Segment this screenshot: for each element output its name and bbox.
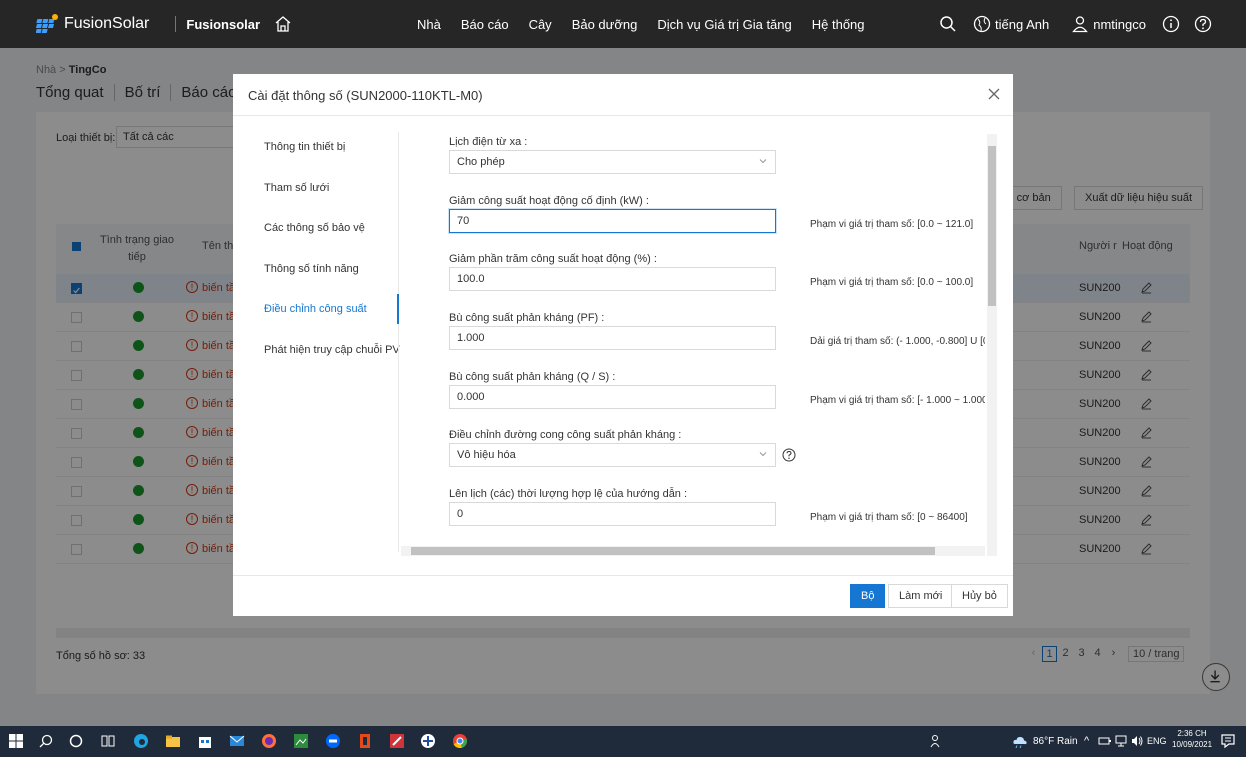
language-selector[interactable]: tiếng Anh <box>995 17 1049 32</box>
windows-start-icon[interactable] <box>8 733 24 749</box>
side-tab-pv-string-detection[interactable]: Phát hiện truy cập chuỗi PV <box>264 344 400 356</box>
reactive-curve-label: Điều chỉnh đường cong công suất phản khá… <box>449 429 682 441</box>
side-tab-protection-params[interactable]: Các thông số bảo vệ <box>264 222 365 234</box>
active-power-percent-label: Giảm phần trăm công suất hoạt động (%) : <box>449 253 657 265</box>
clock-date: 10/09/2021 <box>1172 740 1213 749</box>
battery-icon[interactable] <box>1098 734 1112 748</box>
schedule-duration-input[interactable]: 0 <box>449 502 776 526</box>
side-nav-divider <box>398 132 399 552</box>
side-tab-active-indicator <box>397 294 399 324</box>
clock-time: 2:36 CH <box>1177 729 1207 738</box>
weather-cloud-icon <box>1013 736 1027 749</box>
side-tab-feature-params[interactable]: Thông số tính năng <box>264 263 359 275</box>
dialog-header-divider <box>233 115 1013 116</box>
home-icon[interactable] <box>274 15 292 33</box>
firefox-icon[interactable] <box>261 733 277 749</box>
logo[interactable]: FusionSolar <box>36 13 149 35</box>
cortana-icon[interactable] <box>68 733 84 749</box>
show-hidden-icons-icon[interactable]: ^ <box>1084 735 1089 747</box>
side-tab-grid-params[interactable]: Tham số lưới <box>264 182 329 194</box>
logo-text: FusionSolar <box>64 15 150 32</box>
zalo-icon[interactable] <box>325 733 341 749</box>
menu-item-maintenance[interactable]: Bảo dưỡng <box>572 17 638 32</box>
side-tab-power-adjustment[interactable]: Điều chỉnh công suất <box>264 303 367 315</box>
form-horizontal-scrollbar[interactable] <box>401 546 985 556</box>
org-name: Fusionsolar <box>186 16 261 32</box>
submit-button[interactable]: Bộ <box>850 584 886 608</box>
form-vertical-scroll-thumb[interactable] <box>988 146 996 306</box>
clock[interactable]: 2:36 CH 10/09/2021 <box>1172 729 1212 749</box>
windows-taskbar: 86°F Rain ^ ENG 2:36 CH 10/09/2021 <box>0 726 1246 757</box>
globe-icon[interactable] <box>973 15 991 33</box>
dialog-title: Cài đặt thông số (SUN2000-110KTL-M0) <box>248 88 483 103</box>
reactive-curve-select[interactable]: Vô hiệu hóa <box>449 443 776 467</box>
menu-item-value-added-services[interactable]: Dịch vụ Giá trị Gia tăng <box>657 17 791 32</box>
user-icon[interactable] <box>1071 15 1089 33</box>
search-icon[interactable] <box>939 15 957 33</box>
reactive-curve-value: Vô hiệu hóa <box>457 449 516 461</box>
remote-schedule-label: Lịch điện từ xa : <box>449 136 528 148</box>
info-icon[interactable] <box>1162 15 1180 33</box>
photos-icon[interactable] <box>293 733 309 749</box>
chrome-icon[interactable] <box>452 733 468 749</box>
cancel-button[interactable]: Hủy bỏ <box>951 584 1008 608</box>
main-menu: Nhà Báo cáo Cây Bảo dưỡng Dịch vụ Giá tr… <box>417 0 885 48</box>
menu-item-reports[interactable]: Báo cáo <box>461 17 509 32</box>
volume-icon[interactable] <box>1130 734 1144 748</box>
office-icon[interactable] <box>357 733 373 749</box>
menu-item-home[interactable]: Nhà <box>417 17 441 32</box>
reactive-qs-label: Bù công suất phản kháng (Q / S) : <box>449 371 616 383</box>
power-adjustment-form: Lịch điện từ xa : Cho phép Giảm công suấ… <box>403 132 985 546</box>
weather-text[interactable]: 86°F Rain <box>1033 736 1078 747</box>
schedule-duration-range: Phạm vi giá trị tham số: [0 ~ 86400] <box>810 512 968 523</box>
file-explorer-icon[interactable] <box>165 733 181 749</box>
fixed-active-power-label: Giảm công suất hoạt động cố định (kW) : <box>449 195 649 207</box>
chevron-down-icon <box>759 452 767 457</box>
user-name[interactable]: nmtingco <box>1093 17 1146 32</box>
close-icon[interactable] <box>987 86 1001 102</box>
people-icon[interactable] <box>928 733 944 749</box>
remote-schedule-select[interactable]: Cho phép <box>449 150 776 174</box>
active-power-percent-input[interactable]: 100.0 <box>449 267 776 291</box>
chevron-down-icon <box>759 159 767 164</box>
nav-right-tools: tiếng Anh nmtingco <box>939 0 1246 48</box>
parameter-settings-dialog: Cài đặt thông số (SUN2000-110KTL-M0) Thô… <box>233 74 1013 616</box>
top-nav: FusionSolar Fusionsolar Nhà Báo cáo Cây … <box>0 0 1246 48</box>
refresh-button[interactable]: Làm mới <box>888 584 954 608</box>
fusionsolar-logo-icon <box>36 14 58 33</box>
question-circle-icon[interactable] <box>782 448 796 462</box>
edge-browser-icon[interactable] <box>133 733 149 749</box>
reactive-pf-input[interactable]: 1.000 <box>449 326 776 350</box>
fixed-active-power-input[interactable]: 70 <box>449 209 776 233</box>
reactive-qs-range: Phạm vi giá trị tham số: [- 1.000 ~ 1.00… <box>810 395 985 406</box>
reactive-pf-range: Dải giá trị tham số: (- 1.000, -0.800] U… <box>810 336 985 347</box>
app-plus-icon[interactable] <box>420 733 436 749</box>
active-power-percent-range: Phạm vi giá trị tham số: [0.0 ~ 100.0] <box>810 277 974 288</box>
dialog-footer-divider <box>233 575 1013 576</box>
form-horizontal-scroll-thumb[interactable] <box>411 547 935 555</box>
network-icon[interactable] <box>1114 734 1128 748</box>
mail-icon[interactable] <box>229 733 245 749</box>
fixed-active-power-range: Phạm vi giá trị tham số: [0.0 ~ 121.0] <box>810 219 974 230</box>
menu-item-system[interactable]: Hệ thống <box>812 17 865 32</box>
nav-separator <box>175 16 177 32</box>
side-tab-device-info[interactable]: Thông tin thiết bị <box>264 141 345 153</box>
snipping-tool-icon[interactable] <box>389 733 405 749</box>
store-icon[interactable] <box>197 733 213 749</box>
reactive-qs-input[interactable]: 0.000 <box>449 385 776 409</box>
form-vertical-scrollbar[interactable] <box>987 134 997 556</box>
search-icon[interactable] <box>38 733 54 749</box>
schedule-duration-label: Lên lịch (các) thời lượng hợp lệ của hướ… <box>449 488 688 500</box>
remote-schedule-value: Cho phép <box>457 156 505 168</box>
menu-item-tree[interactable]: Cây <box>529 17 552 32</box>
task-view-icon[interactable] <box>100 733 116 749</box>
input-language-indicator[interactable]: ENG <box>1147 736 1167 746</box>
notification-center-icon[interactable] <box>1220 733 1236 749</box>
help-icon[interactable] <box>1194 15 1212 33</box>
reactive-pf-label: Bù công suất phản kháng (PF) : <box>449 312 605 324</box>
